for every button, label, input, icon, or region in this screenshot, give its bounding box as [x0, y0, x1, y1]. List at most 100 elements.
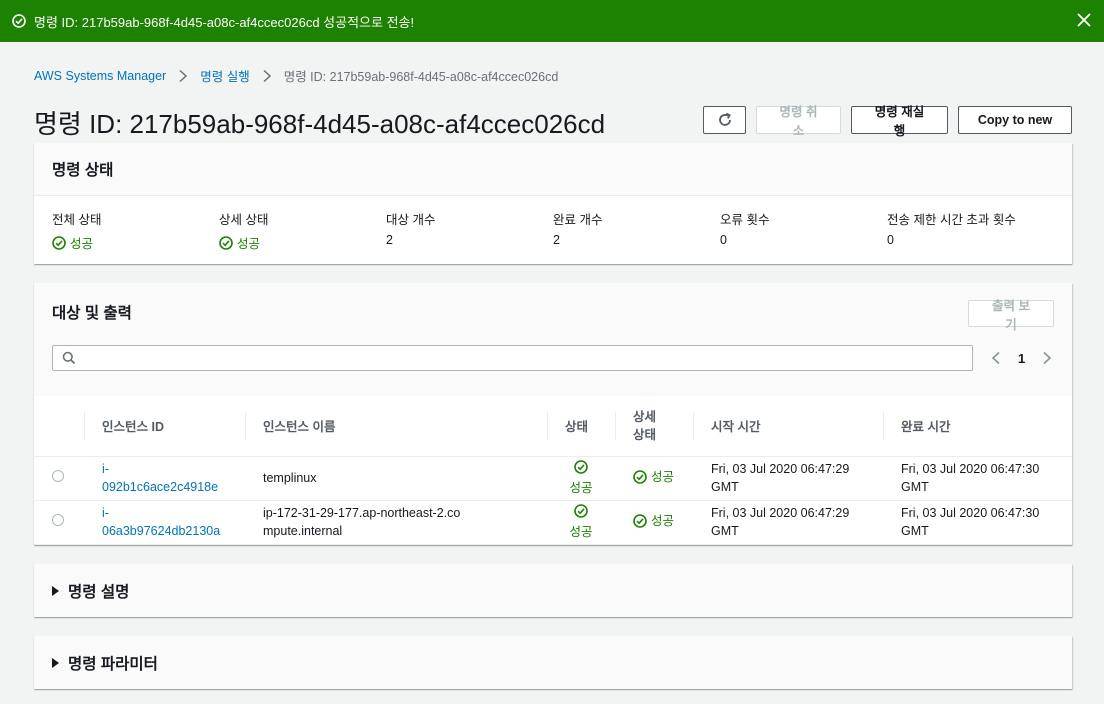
command-description-header[interactable]: 명령 설명 — [34, 564, 1072, 617]
caret-right-icon — [52, 657, 59, 668]
delivery-timeout-count: 전송 제한 시간 초과 횟수 0 — [887, 209, 1054, 252]
select-column-header — [34, 396, 84, 457]
check-circle-icon — [219, 235, 233, 250]
completed-count: 완료 개수 2 — [553, 209, 720, 252]
end-time: Fri, 03 Jul 2020 06:47:30 GMT — [883, 500, 1072, 545]
breadcrumb-systems-manager[interactable]: AWS Systems Manager — [34, 69, 166, 83]
refresh-icon — [717, 112, 733, 128]
chevron-right-icon — [178, 69, 188, 83]
check-circle-icon — [574, 503, 588, 518]
select-cell — [34, 456, 84, 501]
chevron-right-icon[interactable] — [1041, 351, 1053, 365]
cancel-command-button[interactable]: 명령 취소 — [756, 105, 841, 138]
check-circle-icon — [12, 14, 26, 28]
command-status-header: 명령 상태 — [34, 143, 1072, 196]
refresh-button[interactable] — [703, 106, 746, 134]
targets-outputs-panel: 대상 및 출력 출력 보기 1 인스턴스 ID 인스턴스 이름 상태 상세 상태… — [34, 283, 1072, 545]
caret-right-icon — [52, 585, 59, 596]
status-grid: 전체 상태 성공 상세 상태 성공 대상 개수 2 완료 개수 2 오류 횟수 … — [34, 196, 1072, 252]
column-header-instance-name[interactable]: 인스턴스 이름 — [245, 396, 547, 457]
status-label: 상세 상태 — [219, 213, 269, 227]
status-label: 전송 제한 시간 초과 횟수 — [887, 213, 1016, 227]
detailed-status: 상세 상태 성공 — [219, 209, 386, 252]
table-header-row: 인스턴스 ID 인스턴스 이름 상태 상세 상태 시작 시간 완료 시간 — [34, 396, 1072, 457]
overall-status: 전체 상태 성공 — [52, 209, 219, 252]
rerun-command-button[interactable]: 명령 재실행 — [851, 105, 948, 138]
instance-name: ip-172-31-29-177.ap-northeast-2.compute.… — [245, 500, 547, 545]
command-status-title: 명령 상태 — [52, 162, 114, 179]
column-header-end-time[interactable]: 완료 시간 — [883, 396, 1072, 457]
check-circle-icon — [633, 469, 647, 484]
target-count: 대상 개수 2 — [386, 209, 553, 252]
instance-id-prefix: i- — [102, 506, 109, 520]
status-value: 0 — [720, 233, 727, 247]
chevron-left-icon[interactable] — [990, 351, 1002, 365]
detailed-status-header-text: 상세 상태 — [633, 409, 657, 442]
chevron-right-icon — [262, 69, 272, 83]
status-cell: 성공 — [547, 500, 615, 545]
status-value-row: 성공 — [52, 233, 219, 252]
instance-name: templinux — [245, 456, 547, 501]
search-box[interactable] — [52, 345, 973, 371]
pagination: 1 — [990, 345, 1053, 371]
start-time: Fri, 03 Jul 2020 06:47:29 GMT — [693, 500, 883, 545]
targets-table: 인스턴스 ID 인스턴스 이름 상태 상세 상태 시작 시간 완료 시간 i- 0… — [34, 396, 1072, 545]
command-parameters-header[interactable]: 명령 파라미터 — [34, 636, 1072, 689]
check-circle-icon — [52, 235, 66, 250]
error-count: 오류 횟수 0 — [720, 209, 887, 252]
row-radio[interactable] — [52, 470, 64, 482]
table-row[interactable]: i- 06a3b97624db2130a ip-172-31-29-177.ap-… — [34, 500, 1072, 545]
command-parameters-title: 명령 파라미터 — [68, 655, 158, 673]
instance-id-link[interactable]: i- 092b1c6ace2c4918e — [102, 462, 218, 494]
copy-to-new-button[interactable]: Copy to new — [958, 106, 1072, 134]
status-cell: 성공 — [547, 456, 615, 501]
success-flashbar: 명령 ID: 217b59ab-968f-4d45-a08c-af4ccec02… — [0, 0, 1104, 42]
status-value: 성공 — [237, 237, 261, 251]
breadcrumb-run-command[interactable]: 명령 실행 — [200, 66, 249, 85]
table-row[interactable]: i- 092b1c6ace2c4918e templinux 성공 성공 Fri,… — [34, 456, 1072, 501]
flash-message: 명령 ID: 217b59ab-968f-4d45-a08c-af4ccec02… — [34, 14, 415, 30]
column-header-instance-id[interactable]: 인스턴스 ID — [84, 396, 245, 457]
search-input[interactable] — [83, 348, 967, 370]
column-header-start-time[interactable]: 시작 시간 — [693, 396, 883, 457]
view-output-button[interactable]: 출력 보기 — [968, 299, 1054, 332]
search-icon — [62, 351, 76, 365]
status-label: 대상 개수 — [386, 213, 436, 227]
select-cell — [34, 500, 84, 545]
instance-id-suffix: 092b1c6ace2c4918e — [102, 480, 219, 494]
breadcrumb: AWS Systems Manager 명령 실행 명령 ID: 217b59a… — [34, 66, 558, 85]
instance-id-cell: i- 06a3b97624db2130a — [84, 500, 245, 545]
row-radio[interactable] — [52, 514, 64, 526]
detailed-status-row: 성공 — [633, 468, 674, 486]
detailed-status-row: 성공 — [633, 512, 674, 530]
instance-name-text: ip-172-31-29-177.ap-northeast-2.compute.… — [263, 506, 461, 538]
status-value: 2 — [386, 233, 393, 247]
instance-id-suffix: 06a3b97624db2130a — [102, 524, 221, 538]
status-value: 0 — [887, 233, 894, 247]
command-status-panel: 명령 상태 전체 상태 성공 상세 상태 성공 대상 개수 2 완료 개수 2 … — [34, 143, 1072, 264]
status-label: 전체 상태 — [52, 213, 102, 227]
instance-id-prefix: i- — [102, 462, 109, 476]
close-icon[interactable] — [1076, 12, 1092, 28]
status-label: 오류 횟수 — [720, 213, 770, 227]
detailed-status-text: 성공 — [651, 469, 675, 484]
header-actions: 명령 취소 명령 재실행 Copy to new — [703, 105, 1072, 138]
breadcrumb-current: 명령 ID: 217b59ab-968f-4d45-a08c-af4ccec02… — [283, 70, 559, 84]
command-parameters-panel[interactable]: 명령 파라미터 — [34, 636, 1072, 689]
status-value: 성공 — [70, 237, 94, 251]
instance-id-link[interactable]: i- 06a3b97624db2130a — [102, 506, 220, 538]
column-header-detailed-status[interactable]: 상세 상태 — [615, 396, 693, 457]
targets-outputs-title: 대상 및 출력 — [52, 305, 132, 322]
column-header-status[interactable]: 상태 — [547, 396, 615, 457]
detailed-status-cell: 성공 — [615, 456, 693, 501]
check-circle-icon — [574, 459, 588, 474]
status-value: 2 — [553, 233, 560, 247]
status-text: 성공 — [569, 524, 593, 539]
command-description-panel[interactable]: 명령 설명 — [34, 564, 1072, 617]
status-text: 성공 — [569, 480, 593, 495]
current-page[interactable]: 1 — [1018, 351, 1025, 366]
page-title: 명령 ID: 217b59ab-968f-4d45-a08c-af4ccec02… — [34, 109, 606, 139]
instance-id-cell: i- 092b1c6ace2c4918e — [84, 456, 245, 501]
command-description-title: 명령 설명 — [68, 583, 130, 601]
status-value-row: 성공 — [219, 233, 386, 252]
